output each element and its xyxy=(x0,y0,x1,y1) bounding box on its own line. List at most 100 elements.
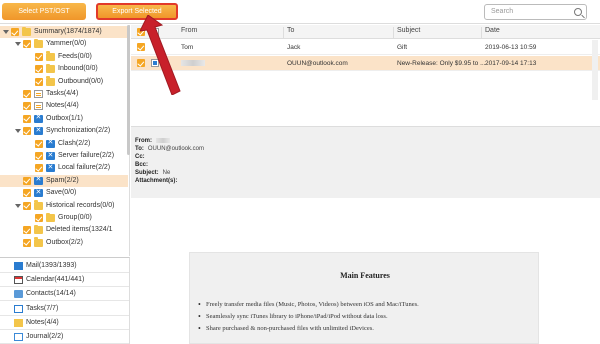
tree-item[interactable]: Synchronization(2/2) xyxy=(0,125,128,137)
select-pst-ost-button[interactable]: Select PST/OST xyxy=(2,3,86,20)
folder-icon xyxy=(34,38,43,49)
tree-item[interactable]: Notes(4/4) xyxy=(0,100,128,112)
tree-item[interactable]: Server failure(2/2) xyxy=(0,150,128,162)
tree-item[interactable]: Group(0/0) xyxy=(0,212,128,224)
tree-item[interactable]: Yammer(0/0) xyxy=(0,38,128,50)
table-row[interactable]: OUUN@outlook.com New-Release: Only $9.95… xyxy=(131,56,600,71)
tree-item[interactable]: Tasks(4/4) xyxy=(0,88,128,100)
tree-item-label: Spam(2/2) xyxy=(46,176,79,184)
tree-item-label: Feeds(0/0) xyxy=(58,52,92,60)
row-subject: New-Release: Only $9.95 to ... xyxy=(397,60,486,67)
tree-checkbox[interactable] xyxy=(11,28,19,36)
search-icon[interactable] xyxy=(574,8,582,16)
table-row[interactable]: Tom Jack Gift 2019-06-13 10:59 xyxy=(131,40,600,55)
tree-item[interactable]: Deleted items(1324/1 xyxy=(0,224,128,236)
tree-checkbox[interactable] xyxy=(35,164,43,173)
tree-item-label: Inbound(0/0) xyxy=(58,65,98,73)
folder-icon xyxy=(34,224,43,235)
nav-item[interactable]: Contacts(14/14) xyxy=(0,287,129,302)
notes-icon xyxy=(14,318,23,327)
tree-item[interactable]: Inbound(0/0) xyxy=(0,63,128,75)
folder-icon xyxy=(34,237,43,247)
tree-checkbox[interactable] xyxy=(35,152,43,160)
nav-item-label: Tasks(7/7) xyxy=(26,304,59,312)
toolbar: Select PST/OST Export Selected Search xyxy=(0,0,600,24)
folder-tree: Summary(1874/1874) Yammer(0/0) Feeds(0/0) I… xyxy=(0,25,130,256)
nav-item-label: Calendar(441/441) xyxy=(26,276,85,284)
annotation-arrow xyxy=(140,15,181,95)
exchange-folder-icon xyxy=(46,137,55,149)
nav-item-label: Notes(4/4) xyxy=(26,318,59,326)
tree-item[interactable]: Spam(2/2) xyxy=(0,174,128,187)
exchange-folder-icon xyxy=(46,162,55,174)
search-placeholder: Search xyxy=(491,8,514,15)
tree-item[interactable]: Outbox(1/1) xyxy=(0,112,128,125)
tree-item-label: Notes(4/4) xyxy=(46,102,79,110)
header-cc: Cc: xyxy=(135,154,145,160)
list-item: Share purchased & non-purchased files wi… xyxy=(198,324,419,337)
tree-checkbox[interactable] xyxy=(35,52,43,61)
tree-item[interactable]: Summary(1874/1874) xyxy=(0,26,128,38)
nav-item[interactable]: Calendar(441/441) xyxy=(0,273,129,288)
exchange-folder-icon xyxy=(34,174,43,186)
contact-icon xyxy=(14,290,23,299)
tree-checkbox[interactable] xyxy=(23,127,31,136)
tree-item[interactable]: Local failure(2/2) xyxy=(0,162,128,174)
nav-item[interactable]: Tasks(7/7) xyxy=(0,302,129,316)
folder-icon xyxy=(46,212,55,222)
tree-checkbox[interactable] xyxy=(23,90,31,98)
expand-toggle-icon[interactable] xyxy=(15,42,21,47)
column-separator xyxy=(283,27,284,39)
tree-checkbox[interactable] xyxy=(23,40,31,49)
tree-item[interactable]: Save(0/0) xyxy=(0,187,128,199)
tree-item-label: Historical records(0/0) xyxy=(46,201,115,209)
header-attachments: Attachment(s): xyxy=(135,178,178,184)
tree-checkbox[interactable] xyxy=(23,102,31,111)
tree-checkbox[interactable] xyxy=(23,226,31,235)
mail-icon xyxy=(14,262,23,270)
tree-checkbox[interactable] xyxy=(23,201,31,210)
tree-item[interactable]: Clash(2/2) xyxy=(0,137,128,150)
exchange-folder-icon xyxy=(34,187,43,199)
tree-checkbox[interactable] xyxy=(35,65,43,74)
nav-item[interactable]: Mail(1393/1393) xyxy=(0,259,129,273)
header-from: From: xyxy=(135,137,170,145)
tree-item[interactable]: Feeds(0/0) xyxy=(0,51,128,63)
column-date[interactable]: Date xyxy=(485,27,500,34)
folder-icon xyxy=(46,51,55,61)
tree-item-label: Synchronization(2/2) xyxy=(46,127,111,135)
folder-icon xyxy=(46,76,55,86)
list-scrollbar[interactable] xyxy=(592,40,598,100)
nav-item[interactable]: Notes(4/4) xyxy=(0,316,129,330)
expand-toggle-icon[interactable] xyxy=(3,30,9,34)
tree-scrollbar[interactable] xyxy=(127,25,130,155)
expand-toggle-icon[interactable] xyxy=(15,203,21,208)
tree-item-label: Outbound(0/0) xyxy=(58,77,104,85)
tree-item[interactable]: Historical records(0/0) xyxy=(0,200,128,212)
feature-list: Freely transfer media files (Music, Phot… xyxy=(198,300,419,337)
tree-checkbox[interactable] xyxy=(23,114,31,123)
tree-checkbox[interactable] xyxy=(23,238,31,247)
tree-checkbox[interactable] xyxy=(35,139,43,148)
tree-item-label: Deleted items(1324/1 xyxy=(46,226,113,234)
tree-checkbox[interactable] xyxy=(35,77,43,86)
tree-item-label: Tasks(4/4) xyxy=(46,90,79,97)
tree-item-label: Server failure(2/2) xyxy=(58,152,115,159)
journal-icon xyxy=(14,333,23,341)
expand-toggle-icon[interactable] xyxy=(15,129,21,134)
tree-checkbox[interactable] xyxy=(23,176,31,185)
message-header-pane: From: To: OUUN@outlook.com Cc: Bcc: Subje… xyxy=(131,126,600,198)
search-input[interactable]: Search xyxy=(484,4,587,20)
column-subject[interactable]: Subject xyxy=(397,27,420,34)
tree-item[interactable]: Outbox(2/2) xyxy=(0,237,128,249)
exchange-folder-icon xyxy=(34,112,43,124)
nav-item-label: Journal(2/2) xyxy=(26,333,64,340)
tree-checkbox[interactable] xyxy=(35,214,43,222)
note-icon xyxy=(34,90,43,98)
tree-item-label: Yammer(0/0) xyxy=(46,40,87,48)
cal-icon xyxy=(14,276,23,285)
nav-item[interactable]: Journal(2/2) xyxy=(0,330,129,344)
tree-item[interactable]: Outbound(0/0) xyxy=(0,76,128,88)
tree-checkbox[interactable] xyxy=(23,189,31,198)
column-to[interactable]: To xyxy=(287,27,294,34)
